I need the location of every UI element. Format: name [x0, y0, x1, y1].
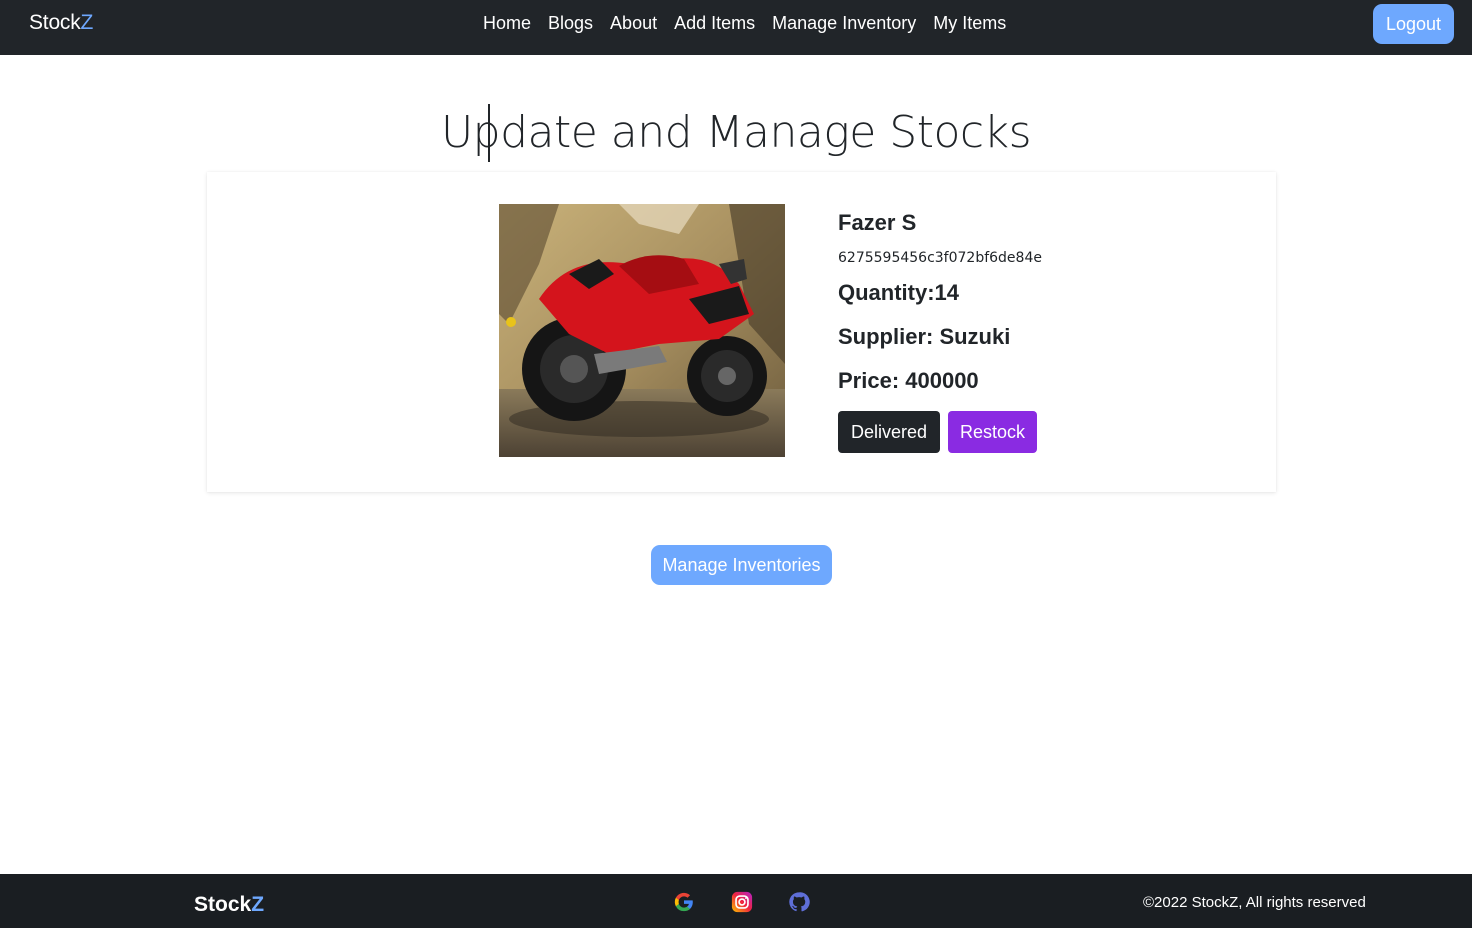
google-icon[interactable] [673, 891, 695, 913]
nav-link-blogs[interactable]: Blogs [548, 13, 593, 34]
nav-link-manage-inventory[interactable]: Manage Inventory [772, 13, 916, 34]
product-card: Fazer S 6275595456c3f072bf6de84e Quantit… [207, 172, 1276, 492]
footer-brand-main: Stock [194, 893, 252, 916]
github-icon[interactable] [788, 891, 810, 913]
brand-logo[interactable]: StockZ [29, 11, 93, 35]
nav-link-add-items[interactable]: Add Items [674, 13, 755, 34]
product-id: 6275595456c3f072bf6de84e [838, 250, 1042, 266]
instagram-icon[interactable] [731, 891, 753, 913]
nav-link-home[interactable]: Home [483, 13, 531, 34]
top-navbar: StockZ Home Blogs About Add Items Manage… [0, 0, 1472, 55]
product-price: Price: 400000 [838, 368, 979, 393]
nav-link-about[interactable]: About [610, 13, 657, 34]
product-image [499, 204, 785, 457]
footer-brand-logo[interactable]: StockZ [194, 893, 264, 917]
brand-accent: Z [80, 11, 94, 34]
manage-inventories-button[interactable]: Manage Inventories [651, 545, 832, 585]
nav-links: Home Blogs About Add Items Manage Invent… [483, 13, 1023, 34]
footer-copyright: ©2022 StockZ, All rights reserved [1143, 894, 1366, 911]
product-quantity: Quantity:14 [838, 280, 960, 305]
product-supplier: Supplier: Suzuki [838, 324, 1011, 349]
footer: StockZ ©2022 StockZ, All rights reserved [0, 874, 1472, 928]
page-title: Update and Manage Stocks [440, 107, 1032, 158]
product-name: Fazer S [838, 210, 917, 235]
restock-button[interactable]: Restock [948, 411, 1037, 453]
brand-main: Stock [29, 11, 81, 34]
delivered-button[interactable]: Delivered [838, 411, 940, 453]
footer-brand-accent: Z [251, 893, 265, 916]
nav-link-my-items[interactable]: My Items [933, 13, 1006, 34]
logout-button[interactable]: Logout [1373, 4, 1454, 44]
